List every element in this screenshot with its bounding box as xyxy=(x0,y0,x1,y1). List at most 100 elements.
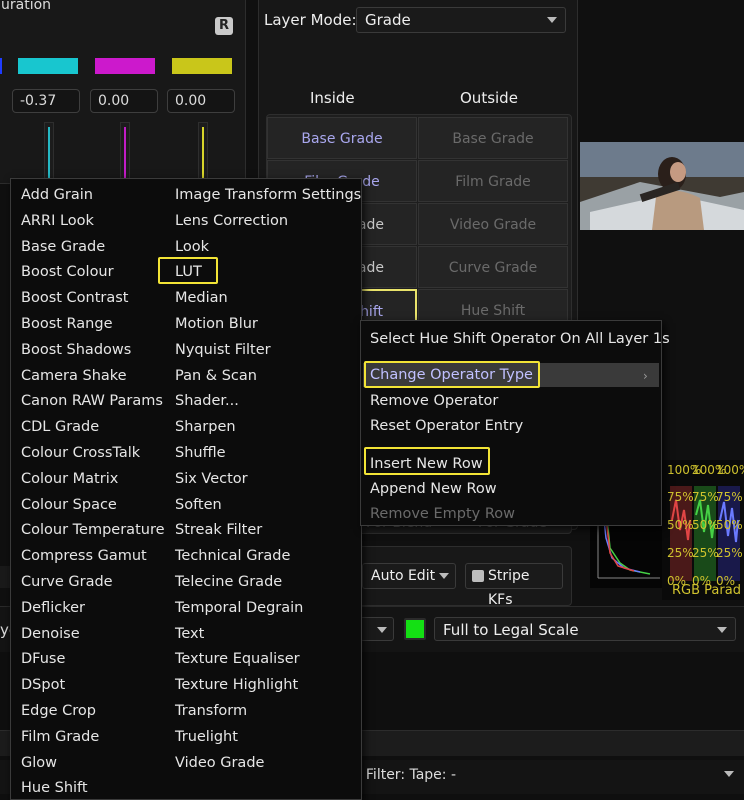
scale-dropdown[interactable]: Full to Legal Scale xyxy=(434,617,736,641)
cell-label: hift xyxy=(360,304,383,320)
chevron-down-icon xyxy=(724,771,734,777)
operator-menu-item[interactable]: Text xyxy=(175,624,204,644)
waveform-scale-label: 50% xyxy=(667,518,694,532)
operator-menu-item[interactable]: Transform xyxy=(175,701,247,721)
outside-column-header: Outside xyxy=(460,89,518,107)
clip-thumbnail[interactable] xyxy=(580,142,744,230)
operator-menu-item[interactable]: Base Grade xyxy=(21,237,105,257)
operator-menu-item[interactable]: DFuse xyxy=(21,649,65,669)
menu-item-reset-operator-entry[interactable]: Reset Operator Entry xyxy=(370,416,523,436)
menu-item-append-new-row[interactable]: Append New Row xyxy=(370,479,497,499)
operator-menu-item[interactable]: Glow xyxy=(21,753,57,773)
operator-menu-item[interactable]: Texture Equaliser xyxy=(175,649,300,669)
channel-color-swatch[interactable] xyxy=(18,58,78,74)
channel-color-swatch[interactable] xyxy=(0,58,2,74)
insert-new-row-highlight-box xyxy=(364,447,490,475)
inside-column-header: Inside xyxy=(310,89,355,107)
config-panel-title: uration xyxy=(1,0,52,13)
operator-menu-item[interactable]: Compress Gamut xyxy=(21,546,147,566)
outside-cell-film-grade[interactable]: Film Grade xyxy=(418,160,568,202)
operator-menu-item[interactable]: Shuffle xyxy=(175,443,226,463)
operator-menu-item[interactable]: Median xyxy=(175,288,228,308)
stripe-kfs-button[interactable]: Stripe KFs xyxy=(465,563,563,608)
channel-value-field[interactable]: 0.00 xyxy=(90,89,158,113)
menu-item-remove-operator[interactable]: Remove Operator xyxy=(370,391,498,411)
rgb-parade-footer: RGB Parad xyxy=(672,583,741,598)
channel-value-field[interactable]: 0.00 xyxy=(167,89,235,113)
chevron-down-icon xyxy=(377,627,387,633)
operator-menu-item[interactable]: Telecine Grade xyxy=(175,572,282,592)
chevron-down-icon xyxy=(717,627,727,633)
cell-label: Video Grade xyxy=(449,217,537,233)
operator-menu-item[interactable]: Pan & Scan xyxy=(175,366,257,386)
thumbnail-image xyxy=(580,142,744,230)
operator-menu-item[interactable]: Nyquist Filter xyxy=(175,340,271,360)
operator-menu-item[interactable]: Hue Shift xyxy=(21,778,88,798)
menu-item-select-hue-shift[interactable]: Select Hue Shift Operator On All Layer 1… xyxy=(370,329,670,349)
operator-menu-item[interactable]: Film Grade xyxy=(21,727,99,747)
operator-menu-item[interactable]: Deflicker xyxy=(21,598,85,618)
operator-menu-item[interactable]: Truelight xyxy=(175,727,238,747)
operator-menu-item[interactable]: Curve Grade xyxy=(21,572,113,592)
operator-menu-item[interactable]: Soften xyxy=(175,495,222,515)
auto-edit-dropdown[interactable]: Auto Edit xyxy=(362,563,456,589)
operator-menu-item[interactable]: Boost Contrast xyxy=(21,288,129,308)
operator-menu-item[interactable]: Six Vector xyxy=(175,469,248,489)
outside-cell-base-grade[interactable]: Base Grade xyxy=(418,117,568,159)
checkbox-icon xyxy=(472,570,484,582)
operator-menu-item[interactable]: Texture Highlight xyxy=(175,675,298,695)
operator-menu-item[interactable]: Colour Space xyxy=(21,495,117,515)
operator-menu-item[interactable]: Look xyxy=(175,237,209,257)
scale-color-swatch[interactable] xyxy=(404,618,426,640)
waveform-scale-label: 75% xyxy=(667,490,694,504)
chevron-down-icon xyxy=(439,573,449,579)
operator-menu-item[interactable]: Colour Matrix xyxy=(21,469,118,489)
operator-menu-item[interactable]: Streak Filter xyxy=(175,520,262,540)
cell-label: Base Grade xyxy=(452,131,534,147)
operator-menu-item[interactable]: CDL Grade xyxy=(21,417,99,437)
outside-cell-video-grade[interactable]: Video Grade xyxy=(418,203,568,245)
operator-menu-item[interactable]: Technical Grade xyxy=(175,546,290,566)
channel-level-meter[interactable] xyxy=(44,122,54,182)
waveform-scale-label: 25% xyxy=(692,546,719,560)
operator-menu-item[interactable]: Canon RAW Params xyxy=(21,391,163,411)
channel-color-swatch[interactable] xyxy=(95,58,155,74)
operator-menu-item[interactable]: Edge Crop xyxy=(21,701,96,721)
operator-menu-item[interactable]: Sharpen xyxy=(175,417,236,437)
operator-menu-item[interactable]: Boost Colour xyxy=(21,262,114,282)
scale-left-dropdown[interactable] xyxy=(360,617,394,641)
cell-label: Base Grade xyxy=(301,131,383,147)
r-badge-label: R xyxy=(218,18,229,33)
operator-menu-item[interactable]: ARRI Look xyxy=(21,211,94,231)
operator-menu-item[interactable]: Boost Shadows xyxy=(21,340,131,360)
operator-menu-item[interactable]: Temporal Degrain xyxy=(175,598,303,618)
outside-cell-curve-grade[interactable]: Curve Grade xyxy=(418,246,568,288)
operator-menu-item[interactable]: DSpot xyxy=(21,675,65,695)
channel-value-field[interactable]: -0.37 xyxy=(12,89,80,113)
meter-line xyxy=(202,127,204,179)
layer-mode-dropdown[interactable]: Grade xyxy=(356,7,566,33)
operator-menu-item[interactable]: Camera Shake xyxy=(21,366,127,386)
layer-mode-value: Grade xyxy=(365,11,411,29)
r-badge-button[interactable]: R xyxy=(215,17,233,35)
lut-highlight-box xyxy=(158,257,218,284)
operator-menu-item[interactable]: Boost Range xyxy=(21,314,113,334)
operator-menu-item[interactable]: Video Grade xyxy=(175,753,264,773)
channel-meters xyxy=(0,122,240,182)
app-window: uration R -0.37 0.00 0.00 Layer Mode: Grad… xyxy=(0,0,744,800)
filter-dropdown[interactable] xyxy=(460,762,740,786)
operator-menu-item[interactable]: Colour Temperature xyxy=(21,520,165,540)
operator-menu-item[interactable]: Add Grain xyxy=(21,185,93,205)
channel-color-swatch[interactable] xyxy=(172,58,232,74)
waveform-scale-label: 75% xyxy=(692,490,719,504)
operator-menu-item[interactable]: Image Transform Settings xyxy=(175,185,361,205)
channel-level-meter[interactable] xyxy=(120,122,130,182)
inside-cell-base-grade[interactable]: Base Grade xyxy=(267,117,417,159)
operator-menu-item[interactable]: Lens Correction xyxy=(175,211,288,231)
operator-menu-item[interactable]: Shader... xyxy=(175,391,239,411)
operator-menu-item[interactable]: Colour CrossTalk xyxy=(21,443,140,463)
operator-menu-item[interactable]: Motion Blur xyxy=(175,314,258,334)
operator-menu-item[interactable]: Denoise xyxy=(21,624,80,644)
waveform-scale-label: 100% xyxy=(716,463,744,477)
channel-level-meter[interactable] xyxy=(198,122,208,182)
